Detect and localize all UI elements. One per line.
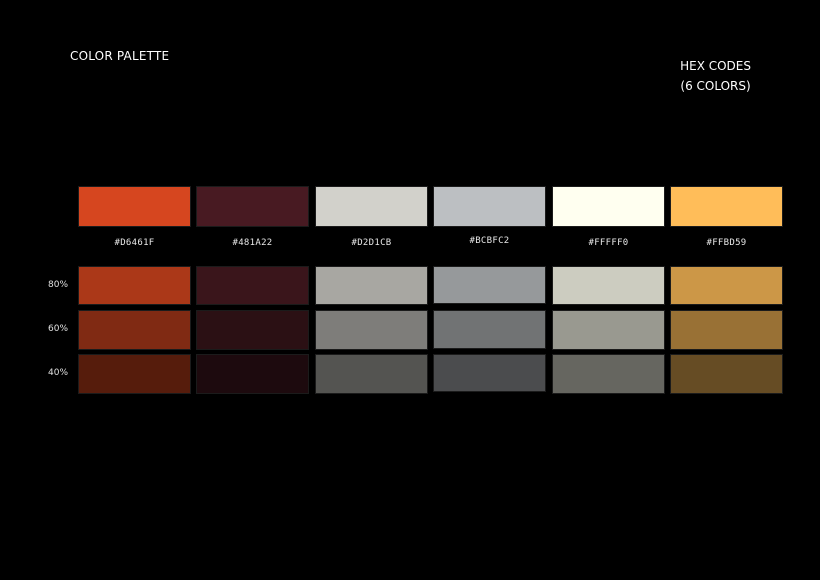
swatch-60-3 — [315, 310, 428, 350]
shade-row-60 — [0, 310, 820, 352]
hex-codes-count: (6 COLORS) — [680, 79, 751, 93]
hex-code-4: #BCBFC2 — [469, 236, 510, 246]
swatch-80-2 — [196, 266, 309, 305]
swatch-80-6 — [670, 266, 783, 305]
swatch-60-5 — [552, 310, 665, 350]
swatch-60-6 — [670, 310, 783, 350]
base-swatch-row — [0, 186, 820, 228]
hex-code-2: #481A22 — [232, 238, 273, 248]
swatch-80-3 — [315, 266, 428, 305]
hex-codes-heading: HEX CODES (6 COLORS) — [680, 56, 751, 96]
hex-code-3: #D2D1CB — [351, 238, 392, 248]
swatch-40-3 — [315, 354, 428, 394]
swatch-base-3 — [315, 186, 428, 227]
swatch-80-5 — [552, 266, 665, 305]
hex-code-5: #FFFFF0 — [588, 238, 629, 248]
swatch-base-4 — [433, 186, 546, 227]
swatch-80-1 — [78, 266, 191, 305]
hex-codes-title: HEX CODES — [680, 59, 751, 73]
swatch-80-4 — [433, 266, 546, 304]
swatch-base-5 — [552, 186, 665, 227]
swatch-base-1 — [78, 186, 191, 227]
swatch-60-2 — [196, 310, 309, 350]
swatch-40-2 — [196, 354, 309, 394]
swatch-40-6 — [670, 354, 783, 394]
shade-row-80 — [0, 266, 820, 308]
shade-row-40 — [0, 354, 820, 396]
hex-code-6: #FFBD59 — [706, 238, 747, 248]
swatch-base-2 — [196, 186, 309, 227]
swatch-base-6 — [670, 186, 783, 227]
swatch-40-4 — [433, 354, 546, 392]
page-title: COLOR PALETTE — [70, 49, 170, 63]
swatch-40-5 — [552, 354, 665, 394]
swatch-40-1 — [78, 354, 191, 394]
hex-code-1: #D6461F — [114, 238, 155, 248]
swatch-60-1 — [78, 310, 191, 350]
swatch-60-4 — [433, 310, 546, 349]
